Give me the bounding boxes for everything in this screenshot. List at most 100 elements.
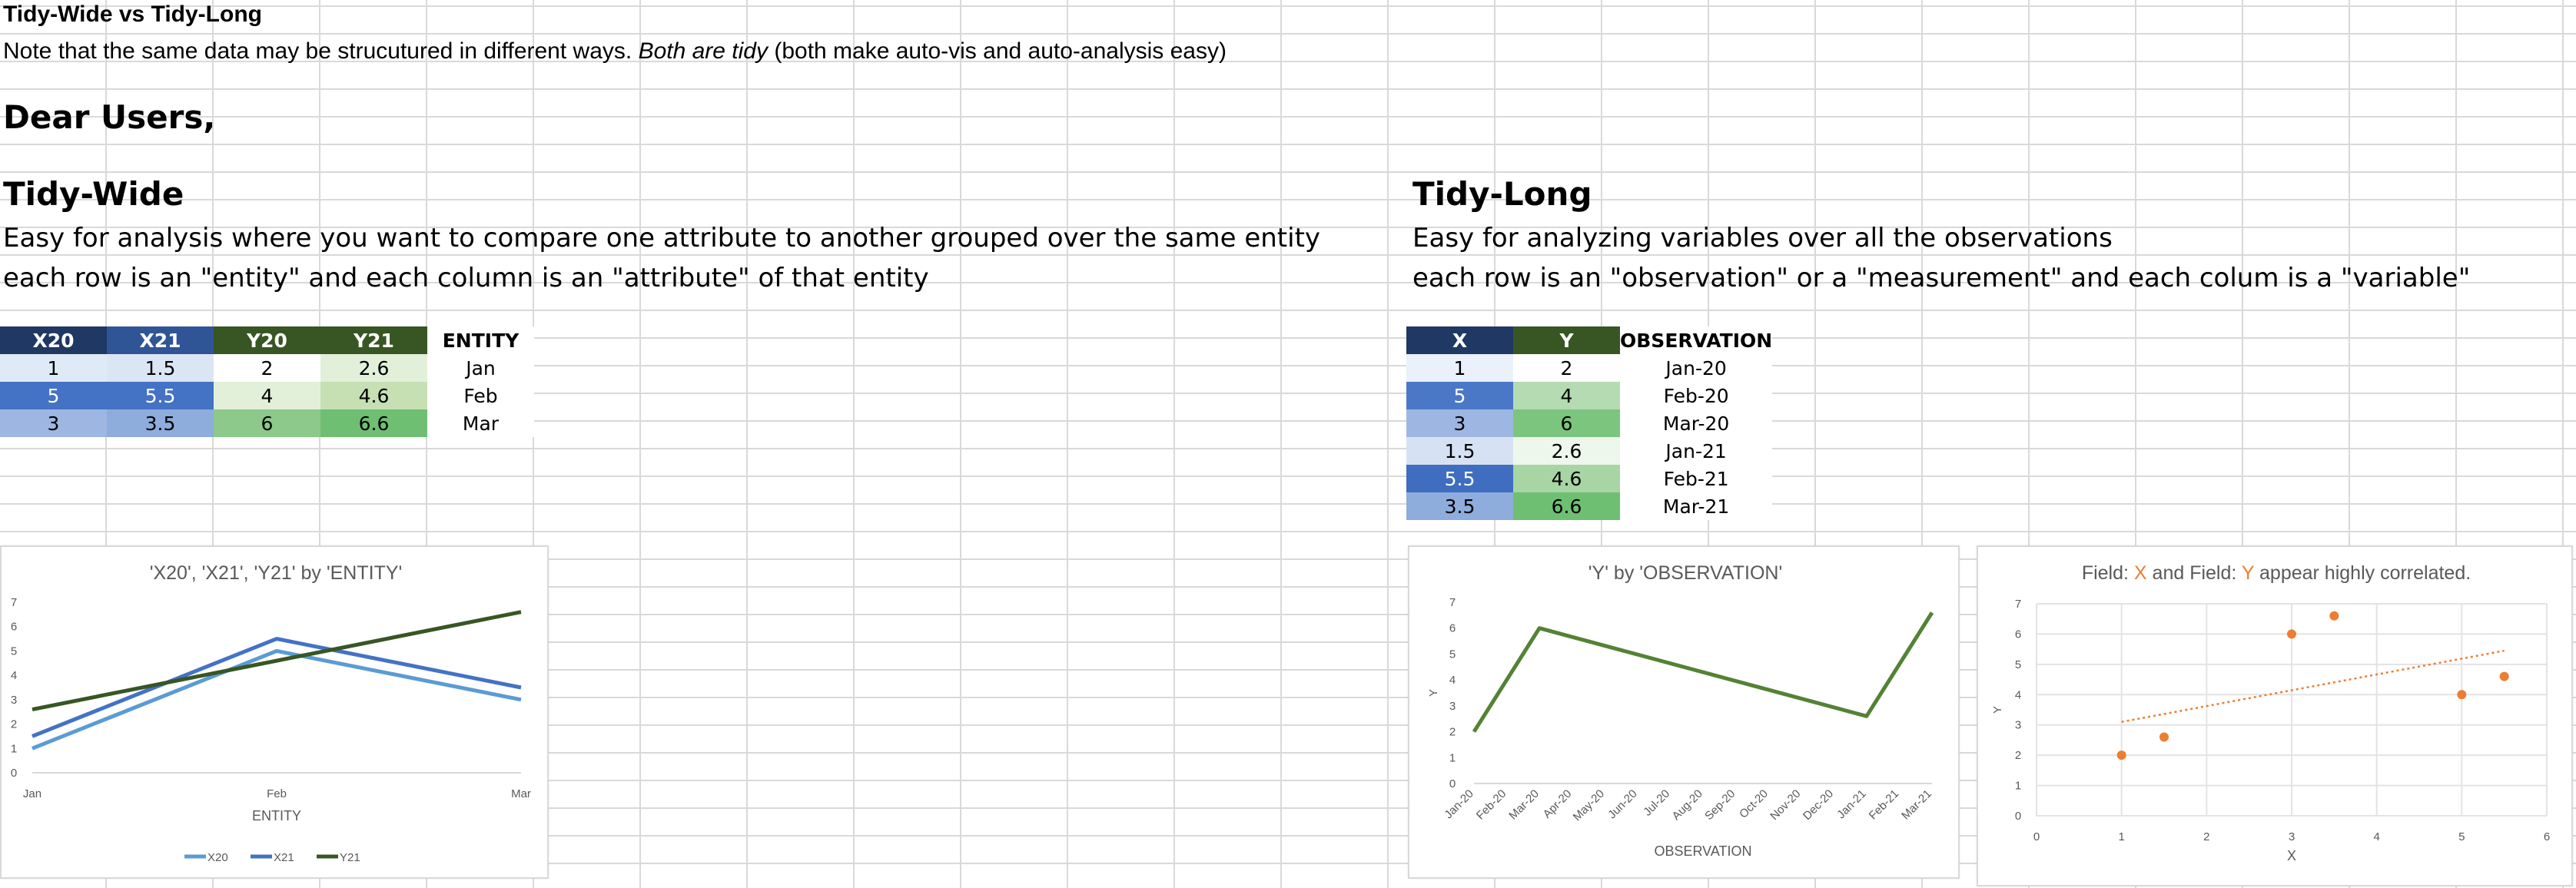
long-col-y[interactable]: Y bbox=[1513, 326, 1620, 354]
y-tick-label: 0 bbox=[1449, 777, 1456, 790]
table-cell[interactable]: 2.6 bbox=[320, 354, 427, 382]
scatter-point bbox=[2457, 690, 2467, 700]
chart-long-line[interactable]: 'Y' by 'OBSERVATION' 0 1 2 3 4 5 6 7 Y Jan-20 Feb-2… bbox=[1408, 545, 1960, 879]
y-tick-label: 6 bbox=[1449, 622, 1456, 635]
table-cell[interactable]: 3.5 bbox=[1406, 492, 1513, 520]
long-col-x[interactable]: X bbox=[1406, 326, 1513, 354]
x-axis-title: ENTITY bbox=[252, 808, 301, 823]
table-cell[interactable]: 3 bbox=[1406, 409, 1513, 437]
scatter-point bbox=[2159, 732, 2169, 742]
x-tick-label: Jan-20 bbox=[1442, 787, 1476, 821]
table-row: 1.5 2.6 Jan-21 bbox=[1406, 437, 1773, 465]
table-cell[interactable]: 1 bbox=[0, 354, 107, 382]
series-line-x21 bbox=[32, 637, 522, 738]
chart-scatter[interactable]: Field: X and Field: Y appear highly corr… bbox=[1977, 545, 2573, 886]
y-tick-label: 7 bbox=[11, 596, 17, 609]
y-tick-label: 6 bbox=[2015, 628, 2021, 641]
legend-label: Y21 bbox=[340, 851, 360, 864]
y-tick-label: 0 bbox=[2015, 810, 2021, 823]
x-tick-label: Jun-20 bbox=[1605, 787, 1639, 821]
x-tick-label: Feb-20 bbox=[1474, 787, 1509, 823]
table-cell[interactable]: 1.5 bbox=[1406, 437, 1513, 465]
wide-col-x21[interactable]: X21 bbox=[107, 326, 214, 354]
title-part: Field: bbox=[2082, 562, 2134, 584]
table-cell[interactable]: Mar bbox=[427, 409, 534, 437]
x-tick-label: Mar bbox=[511, 787, 531, 800]
x-tick-label: Dec-20 bbox=[1801, 787, 1836, 823]
table-cell[interactable]: 4.6 bbox=[1513, 465, 1620, 492]
series-line-y21 bbox=[32, 610, 522, 711]
table-cell[interactable]: Feb bbox=[427, 382, 534, 409]
table-cell[interactable]: Mar-21 bbox=[1620, 492, 1773, 520]
table-cell[interactable]: 2 bbox=[214, 354, 320, 382]
x-tick-label: Feb bbox=[267, 787, 287, 800]
y-tick-label: 6 bbox=[11, 621, 17, 634]
y-tick-label: 0 bbox=[11, 767, 17, 780]
table-cell[interactable]: 2.6 bbox=[1513, 437, 1620, 465]
wide-desc-1: Easy for analysis where you want to comp… bbox=[3, 223, 1321, 253]
chart-long-line-svg: 'Y' by 'OBSERVATION'01234567YJan-20Feb-2… bbox=[1427, 562, 1934, 859]
x-tick-label: Feb-21 bbox=[1867, 787, 1902, 823]
chart-title: 'X20', 'X21', 'Y21' by 'ENTITY' bbox=[150, 562, 403, 584]
series-line-y bbox=[1472, 611, 1934, 733]
table-cell[interactable]: Feb-21 bbox=[1620, 465, 1773, 492]
table-cell[interactable]: 5.5 bbox=[1406, 465, 1513, 492]
table-cell[interactable]: 3.5 bbox=[107, 409, 214, 437]
x-tick-label: 5 bbox=[2458, 830, 2465, 843]
table-cell[interactable]: 4 bbox=[214, 382, 320, 409]
table-cell[interactable]: 6 bbox=[1513, 409, 1620, 437]
table-cell[interactable]: Jan-20 bbox=[1620, 354, 1773, 382]
table-cell[interactable]: 6 bbox=[214, 409, 320, 437]
x-tick-label: Mar-20 bbox=[1506, 787, 1542, 823]
chart-wide-lines[interactable]: 'X20', 'X21', 'Y21' by 'ENTITY' 0 1 2 3 4 5 6 7 J… bbox=[0, 545, 549, 879]
x-tick-label: 3 bbox=[2289, 830, 2295, 843]
long-col-observation[interactable]: OBSERVATION bbox=[1620, 326, 1773, 354]
x-tick-label: 6 bbox=[2544, 830, 2550, 843]
long-table-header: X Y OBSERVATION bbox=[1406, 326, 1773, 354]
y-tick-label: 1 bbox=[2015, 780, 2021, 793]
y-axis-title: Y bbox=[1427, 689, 1440, 697]
long-desc-1: Easy for analyzing variables over all th… bbox=[1412, 223, 2113, 253]
x-axis-title: X bbox=[2287, 848, 2296, 863]
table-cell[interactable]: Jan-21 bbox=[1620, 437, 1773, 465]
table-row: 3 3.5 6 6.6 Mar bbox=[0, 409, 534, 437]
table-cell[interactable]: Feb-20 bbox=[1620, 382, 1773, 409]
title-part: appear highly correlated. bbox=[2254, 562, 2471, 584]
scatter-point bbox=[2499, 671, 2509, 681]
table-cell[interactable]: Jan bbox=[427, 354, 534, 382]
x-tick-label: Apr-20 bbox=[1541, 787, 1575, 821]
wide-col-y21[interactable]: Y21 bbox=[320, 326, 427, 354]
y-tick-label: 4 bbox=[1449, 674, 1456, 687]
y-tick-label: 2 bbox=[1449, 726, 1456, 739]
y-tick-label: 3 bbox=[2015, 719, 2021, 732]
x-tick-label: Jul-20 bbox=[1641, 787, 1672, 819]
wide-table: X20 X21 Y20 Y21 ENTITY 1 1.5 2 2.6 Jan 5… bbox=[0, 326, 534, 437]
x-tick-label: 0 bbox=[2033, 830, 2040, 843]
legend-label: X20 bbox=[207, 851, 228, 864]
table-cell[interactable]: 5 bbox=[0, 382, 107, 409]
y-tick-label: 5 bbox=[11, 644, 17, 658]
table-cell[interactable]: 5 bbox=[1406, 382, 1513, 409]
table-cell[interactable]: 3 bbox=[0, 409, 107, 437]
table-cell[interactable]: 6.6 bbox=[1513, 492, 1620, 520]
table-cell[interactable]: 1.5 bbox=[107, 354, 214, 382]
wide-heading: Tidy-Wide bbox=[3, 175, 184, 213]
trendline bbox=[2121, 649, 2505, 724]
table-cell[interactable]: Mar-20 bbox=[1620, 409, 1773, 437]
table-cell[interactable]: 1 bbox=[1406, 354, 1513, 382]
table-cell[interactable]: 6.6 bbox=[320, 409, 427, 437]
table-cell[interactable]: 2 bbox=[1513, 354, 1620, 382]
wide-col-entity[interactable]: ENTITY bbox=[427, 326, 534, 354]
table-cell[interactable]: 5.5 bbox=[107, 382, 214, 409]
series-line-x20 bbox=[32, 648, 522, 750]
long-table: X Y OBSERVATION 1 2 Jan-20 5 4 Feb-20 3 … bbox=[1406, 326, 1773, 520]
wide-col-y20[interactable]: Y20 bbox=[214, 326, 320, 354]
y-tick-label: 1 bbox=[11, 742, 17, 755]
chart-title: Field: X and Field: Y appear highly corr… bbox=[2082, 562, 2471, 584]
x-tick-label: Oct-20 bbox=[1737, 787, 1771, 821]
table-cell[interactable]: 4.6 bbox=[320, 382, 427, 409]
chart-scatter-svg: Field: X and Field: Y appear highly corr… bbox=[1991, 562, 2550, 863]
chart-wide-lines-svg: 'X20', 'X21', 'Y21' by 'ENTITY' 0 1 2 3 4 5 6 7 J… bbox=[11, 562, 531, 864]
wide-col-x20[interactable]: X20 bbox=[0, 326, 107, 354]
table-cell[interactable]: 4 bbox=[1513, 382, 1620, 409]
